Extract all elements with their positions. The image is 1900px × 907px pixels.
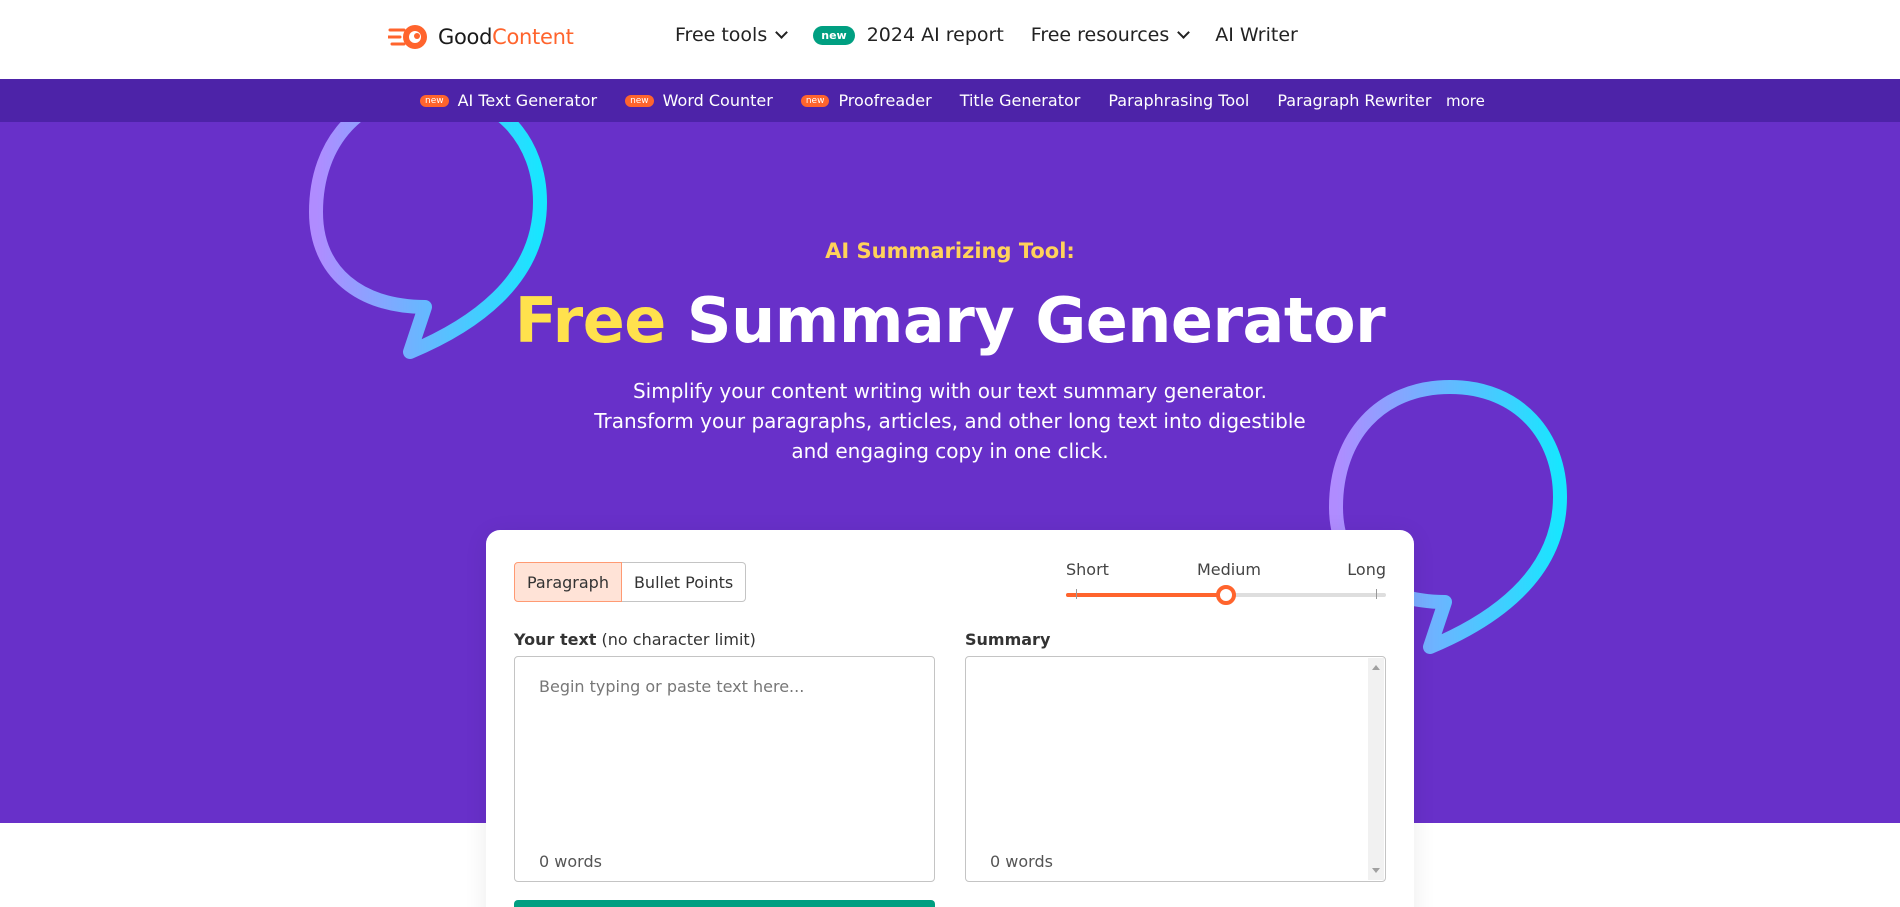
- bullet-points-mode-button[interactable]: Bullet Points: [621, 562, 747, 602]
- slider-tick: [1076, 589, 1077, 599]
- subnav-item-label: Paraphrasing Tool: [1108, 91, 1250, 110]
- nav-ai-report[interactable]: new 2024 AI report: [813, 24, 1004, 46]
- summarize-button[interactable]: [514, 900, 935, 907]
- length-slider: Short Medium Long: [1066, 560, 1386, 605]
- subnav-item-ai-text-generator[interactable]: new AI Text Generator: [420, 91, 597, 110]
- new-badge: new: [800, 94, 830, 107]
- length-label-short[interactable]: Short: [1066, 560, 1109, 579]
- nav-ai-writer-label: AI Writer: [1215, 24, 1298, 46]
- brand-content: Content: [492, 25, 574, 49]
- input-label-text: Your text: [514, 630, 597, 649]
- slider-tick: [1376, 589, 1377, 599]
- logo-icon: [388, 25, 427, 49]
- subnav-item-label: Word Counter: [662, 91, 773, 110]
- subnav-item-label: Title Generator: [959, 91, 1081, 110]
- chevron-down-icon: [1177, 26, 1191, 39]
- logo[interactable]: GoodContent: [388, 22, 574, 52]
- new-badge: new: [420, 94, 449, 107]
- summary-output[interactable]: 0 words: [965, 656, 1386, 882]
- subnav-item-word-counter[interactable]: new Word Counter: [625, 91, 773, 110]
- subnav-item-label: AI Text Generator: [457, 91, 598, 110]
- subnav-item-label: Paragraph Rewriter: [1277, 91, 1432, 110]
- title-highlight: Free: [514, 284, 667, 357]
- main-nav: Free tools new 2024 AI report Free resou…: [675, 24, 1325, 46]
- page-title: Free Summary Generator: [0, 284, 1900, 357]
- summarizer-card: Paragraph Bullet Points Short Medium Lon…: [486, 530, 1414, 907]
- nav-free-resources-label: Free resources: [1030, 24, 1170, 46]
- chevron-down-icon: [775, 26, 789, 39]
- subnav-item-paraphrasing-tool[interactable]: Paraphrasing Tool: [1108, 91, 1249, 110]
- mode-toggle: Paragraph Bullet Points: [514, 562, 747, 602]
- nav-free-resources[interactable]: Free resources: [1030, 24, 1191, 46]
- input-label: Your text (no character limit): [514, 630, 756, 649]
- nav-ai-writer[interactable]: AI Writer: [1215, 24, 1298, 46]
- brand-good: Good: [438, 25, 493, 49]
- input-word-count: 0 words: [539, 852, 602, 871]
- scroll-up-icon[interactable]: [1372, 665, 1380, 670]
- slider-thumb[interactable]: [1216, 585, 1236, 605]
- input-textarea[interactable]: Begin typing or paste text here... 0 wor…: [514, 656, 935, 882]
- subnav-item-proofreader[interactable]: new Proofreader: [800, 91, 932, 110]
- summary-word-count: 0 words: [990, 852, 1053, 871]
- scroll-down-icon[interactable]: [1372, 868, 1380, 873]
- subnav-item-title-generator[interactable]: Title Generator: [960, 91, 1081, 110]
- summary-label: Summary: [965, 630, 1050, 649]
- logo-text: GoodContent: [438, 25, 574, 49]
- summary-scrollbar[interactable]: [1368, 658, 1384, 880]
- title-rest: Summary Generator: [665, 284, 1386, 357]
- subnav-item-paragraph-rewriter[interactable]: Paragraph Rewriter: [1277, 91, 1431, 110]
- nav-ai-report-label: 2024 AI report: [866, 24, 1004, 46]
- slider-fill: [1066, 593, 1226, 597]
- input-hint: (no character limit): [596, 630, 756, 649]
- more-link[interactable]: more: [1446, 92, 1485, 110]
- nav-free-tools-label: Free tools: [675, 24, 768, 46]
- summary-label-text: Summary: [965, 630, 1051, 649]
- site-header: GoodContent Free tools new 2024 AI repor…: [0, 0, 1900, 79]
- length-label-medium[interactable]: Medium: [1197, 560, 1261, 579]
- hero-description: Simplify your content writing with our t…: [594, 379, 1306, 463]
- nav-free-tools[interactable]: Free tools: [675, 24, 789, 46]
- subnav-item-label: Proofreader: [838, 91, 932, 110]
- tools-subnav: new AI Text Generator new Word Counter n…: [0, 79, 1900, 122]
- new-badge: new: [813, 25, 855, 45]
- new-badge: new: [625, 94, 654, 107]
- hero-eyebrow: AI Summarizing Tool:: [825, 239, 1075, 263]
- length-label-long[interactable]: Long: [1347, 560, 1386, 579]
- slider-track[interactable]: [1066, 585, 1386, 605]
- paragraph-mode-button[interactable]: Paragraph: [514, 562, 622, 602]
- input-placeholder: Begin typing or paste text here...: [539, 677, 805, 696]
